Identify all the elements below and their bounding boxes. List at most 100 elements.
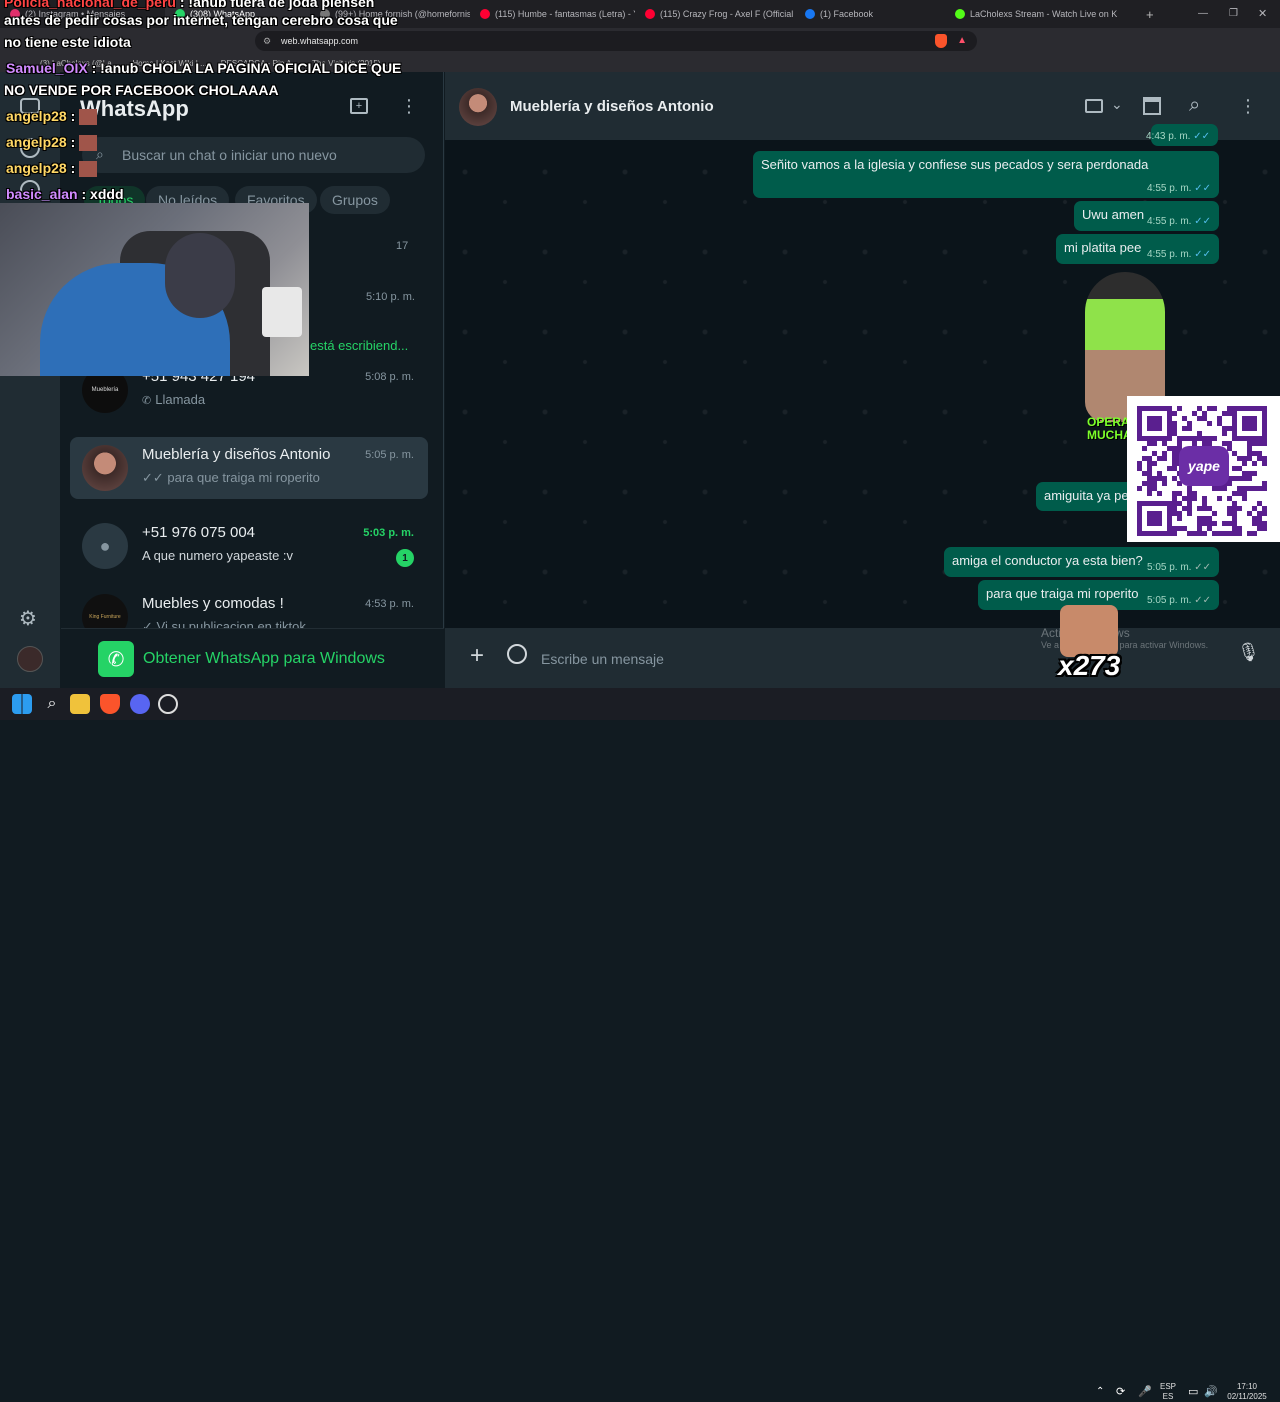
menu-dots-icon[interactable]: ⋮ (1239, 96, 1257, 117)
qr-module (1257, 526, 1262, 531)
brave-rewards-icon[interactable]: ▲ (957, 35, 967, 46)
contact-avatar[interactable] (459, 88, 497, 126)
qr-module (1257, 456, 1262, 461)
tray-chevron-icon[interactable]: ⌃ (1096, 1386, 1104, 1397)
microphone-icon[interactable]: 🎙 (1237, 642, 1260, 663)
qr-module (1222, 431, 1227, 436)
stream-chat-line: antes de pedir cosas por internet, tenga… (4, 12, 398, 28)
network-icon[interactable]: ▭ (1188, 1385, 1198, 1398)
get-windows-banner[interactable]: ✆ Obtener WhatsApp para Windows (61, 628, 444, 688)
message-bubble[interactable]: mi platita pee 4:55 p. m. ✓✓ (1056, 234, 1219, 264)
attach-plus-icon[interactable]: + (470, 642, 484, 670)
new-chat-icon[interactable]: + (350, 98, 368, 114)
chat-item[interactable]: ● +51 976 075 004 A que numero yapeaste … (70, 515, 428, 577)
streamer-webcam (0, 203, 309, 376)
qr-module (1197, 416, 1202, 421)
obs-icon[interactable] (158, 694, 178, 714)
qr-module (1147, 471, 1152, 476)
qr-module (1222, 411, 1227, 416)
browser-tab[interactable]: (115) Humbe - fantasmas (Letra) - Yo (470, 0, 635, 28)
tray-mic-icon[interactable]: 🎤 (1138, 1385, 1152, 1398)
clock[interactable]: 17:10 02/11/2025 (1222, 1382, 1272, 1402)
browser-tab[interactable]: (1) Facebook (795, 0, 945, 28)
url-bar[interactable]: ⚙ web.whatsapp.com ▲ (255, 31, 977, 51)
qr-module (1242, 471, 1247, 476)
chat-time: 5:05 p. m. (365, 449, 414, 461)
browser-tab[interactable]: LaCholexs Stream - Watch Live on K (945, 0, 1125, 28)
qr-module (1247, 531, 1252, 536)
qr-module (1187, 421, 1192, 426)
qr-module (1202, 516, 1207, 521)
language-indicator[interactable]: ESP ES (1158, 1382, 1178, 1402)
chat-item[interactable]: King Furniture Muebles y comodas ! ✓ Vi … (70, 586, 428, 631)
qr-module (1142, 471, 1147, 476)
tray-sync-icon[interactable]: ⟳ (1116, 1385, 1125, 1398)
qr-module (1137, 486, 1142, 491)
qr-module (1172, 531, 1177, 536)
qr-module (1152, 441, 1157, 446)
qr-module (1177, 501, 1182, 506)
chevron-down-icon[interactable]: ⌄ (1111, 96, 1123, 113)
file-explorer-icon[interactable] (70, 694, 90, 714)
qr-module (1242, 456, 1247, 461)
settings-icon[interactable]: ⚙ (19, 606, 37, 631)
qr-module (1157, 476, 1162, 481)
qr-module (1227, 521, 1232, 526)
qr-module (1192, 411, 1197, 416)
qr-module (1257, 511, 1262, 516)
restore-button[interactable]: ❐ (1229, 8, 1238, 19)
profile-avatar[interactable] (17, 646, 43, 672)
search-icon[interactable]: ⌕ (1189, 94, 1200, 117)
stream-chat-line: angelp28 : (6, 108, 98, 126)
site-info-icon[interactable]: ⚙ (263, 36, 271, 47)
brave-browser-icon[interactable] (100, 694, 120, 714)
yape-label: yape (1188, 458, 1220, 474)
chat-item-active[interactable]: Mueblería y diseños Antonio ✓✓ para que … (70, 437, 428, 499)
yape-logo: yape (1179, 446, 1229, 486)
menu-dots-icon[interactable]: ⋮ (400, 96, 418, 117)
chat-preview: ✓✓ para que traiga mi roperito (142, 470, 320, 485)
catalog-icon[interactable] (1143, 97, 1161, 115)
qr-module (1247, 451, 1252, 456)
conversation-panel: Mueblería y diseños Antonio ⌄ ⌕ ⋮ 4:43 p… (445, 72, 1280, 688)
qr-module (1212, 531, 1217, 536)
qr-module (1242, 496, 1247, 501)
qr-module (1202, 506, 1207, 511)
qr-module (1227, 441, 1232, 446)
video-call-icon[interactable] (1085, 99, 1103, 113)
qr-module (1242, 486, 1247, 491)
taskbar-search-icon[interactable]: ⌕ (42, 694, 62, 714)
time-text: 4:55 p. m. (1146, 183, 1192, 194)
read-ticks-icon: ✓✓ (1193, 131, 1210, 142)
qr-module (1232, 491, 1237, 496)
message-bubble[interactable]: Uwu amen 4:55 p. m. ✓✓ (1074, 201, 1219, 231)
volume-icon[interactable]: 🔊 (1204, 1385, 1218, 1398)
start-icon[interactable] (12, 694, 32, 714)
qr-module (1172, 466, 1177, 471)
qr-module (1232, 466, 1237, 471)
qr-module (1252, 471, 1257, 476)
message-bubble[interactable]: amiga el conductor ya esta bien? 5:05 p.… (944, 547, 1219, 577)
message-bubble[interactable]: Señito vamos a la iglesia y confiese sus… (753, 151, 1219, 198)
qr-module (1192, 496, 1197, 501)
close-window-button[interactable]: ✕ (1258, 7, 1267, 20)
sticker-emoji-icon[interactable] (507, 644, 527, 664)
contact-name[interactable]: Mueblería y diseños Antonio (510, 98, 714, 115)
new-tab-button[interactable]: + (1146, 7, 1154, 22)
discord-icon[interactable] (130, 694, 150, 714)
qr-module (1252, 461, 1257, 466)
stream-chat-line: no tiene este idiota (4, 34, 131, 50)
qr-module (1172, 501, 1177, 506)
search-input[interactable]: ⌕ Buscar un chat o iniciar uno nuevo (82, 137, 425, 173)
qr-module (1237, 491, 1242, 496)
browser-tab[interactable]: (115) Crazy Frog - Axel F (Official Vid (635, 0, 795, 28)
qr-module (1192, 491, 1197, 496)
brave-shield-icon[interactable] (935, 34, 947, 48)
chat-name: +51 976 075 004 (142, 524, 256, 541)
minimize-button[interactable]: — (1198, 8, 1208, 19)
emote-counter: x273 (1058, 650, 1121, 681)
message-bubble[interactable]: 4:43 p. m. ✓✓ (1146, 124, 1218, 146)
phone-icon: ✆ (142, 395, 152, 407)
whatsapp-app: ⚙ WhatsApp + ⋮ ⌕ Buscar un chat o inicia… (0, 72, 1280, 688)
filter-groups[interactable]: Grupos (320, 186, 390, 214)
